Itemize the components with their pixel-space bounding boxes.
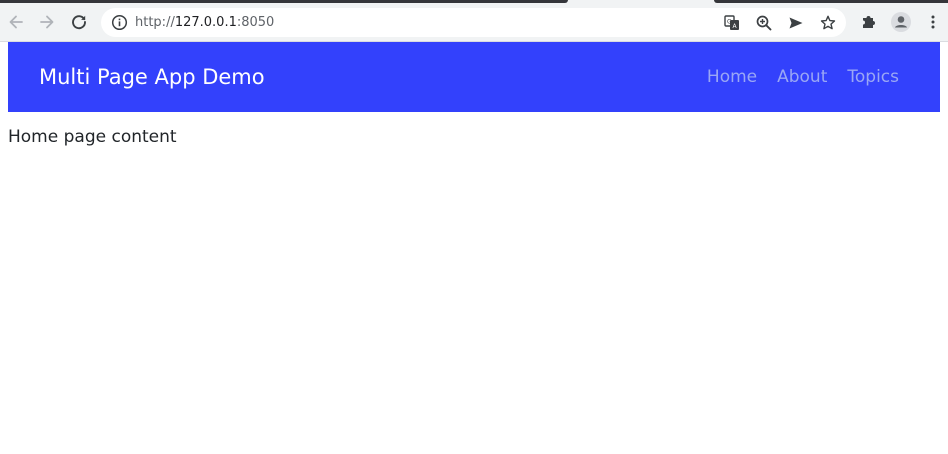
browser-toolbar: http://127.0.0.1:8050 G A [0,3,948,42]
profile-icon [891,12,911,32]
send-button[interactable] [786,13,806,33]
url-scheme: http:// [135,15,175,30]
url-host: 127.0.0.1 [174,15,237,30]
nav-links: Home About Topics [687,65,899,89]
back-button[interactable] [3,9,29,35]
reload-button[interactable] [66,9,92,35]
star-icon [820,15,836,30]
svg-text:G: G [727,19,732,26]
bookmark-button[interactable] [818,13,838,33]
reload-icon [72,15,86,30]
app-navbar: Multi Page App Demo Home About Topics [8,42,940,112]
brand-title[interactable]: Multi Page App Demo [39,63,265,91]
browser-menu-button[interactable] [920,9,946,35]
address-bar[interactable]: http://127.0.0.1:8050 G A [101,8,846,37]
nav-link-topics[interactable]: Topics [847,65,899,89]
translate-icon: G A [724,15,739,30]
send-icon [789,17,803,29]
page-content: Home page content [8,127,177,147]
nav-link-home[interactable]: Home [707,65,757,89]
url-port: :8050 [236,15,275,30]
translate-button[interactable]: G A [722,13,742,33]
profile-button[interactable] [888,9,914,35]
zoom-icon [756,15,772,31]
nav-link-about[interactable]: About [777,65,827,89]
kebab-menu-icon [931,15,935,29]
extensions-button[interactable] [856,9,882,35]
url-text[interactable]: http://127.0.0.1:8050 [135,14,274,31]
puzzle-icon [863,16,875,28]
info-icon[interactable] [111,14,128,31]
arrow-left-icon [9,15,23,29]
arrow-right-icon [40,15,54,29]
zoom-button[interactable] [754,13,774,33]
forward-button[interactable] [34,9,60,35]
